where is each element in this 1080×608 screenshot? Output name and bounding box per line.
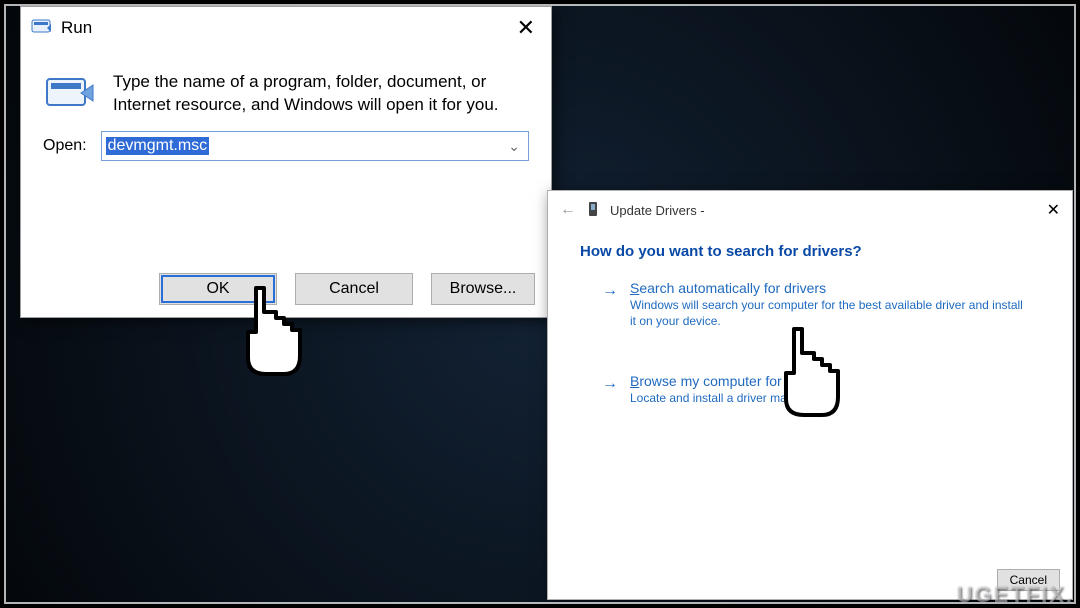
cancel-button-label: Cancel xyxy=(329,280,379,298)
device-icon xyxy=(586,201,600,220)
option-browse-computer[interactable]: → Browse my computer for drivers Locate … xyxy=(602,373,1042,407)
option-desc: Locate and install a driver manually. xyxy=(630,391,1030,407)
option-title: Browse my computer for drivers xyxy=(630,373,1042,389)
option-desc: Windows will search your computer for th… xyxy=(630,298,1030,329)
update-drivers-wizard: ← Update Drivers - ✕ How do you want to … xyxy=(547,190,1073,600)
run-titlebar: Run ✕ xyxy=(21,7,551,43)
watermark: UGETFIX. xyxy=(957,582,1074,608)
run-big-icon xyxy=(43,71,95,117)
back-arrow-icon[interactable]: ← xyxy=(560,201,576,219)
run-icon xyxy=(31,17,53,39)
browse-button[interactable]: Browse... xyxy=(431,273,535,305)
run-dialog: Run ✕ Type the name of a program, folder… xyxy=(20,6,552,318)
wizard-title: Update Drivers - xyxy=(610,203,705,218)
open-value: devmgmt.msc xyxy=(106,137,210,155)
run-help-text: Type the name of a program, folder, docu… xyxy=(113,71,529,117)
option-title: Search automatically for drivers xyxy=(630,280,1042,296)
browse-button-label: Browse... xyxy=(450,280,517,298)
ok-button-label: OK xyxy=(206,280,229,298)
arrow-right-icon: → xyxy=(602,375,618,393)
run-title-text: Run xyxy=(61,18,92,38)
ok-button[interactable]: OK xyxy=(159,273,277,305)
open-label: Open: xyxy=(43,137,87,155)
cancel-button[interactable]: Cancel xyxy=(295,273,413,305)
arrow-right-icon: → xyxy=(602,282,618,300)
wizard-question: How do you want to search for drivers? xyxy=(548,229,1072,280)
close-icon[interactable]: ✕ xyxy=(1047,200,1060,220)
chevron-down-icon[interactable]: ⌄ xyxy=(508,138,524,155)
open-combobox[interactable]: devmgmt.msc ⌄ xyxy=(101,131,529,161)
close-icon[interactable]: ✕ xyxy=(511,17,541,39)
option-search-automatically[interactable]: → Search automatically for drivers Windo… xyxy=(602,280,1042,329)
